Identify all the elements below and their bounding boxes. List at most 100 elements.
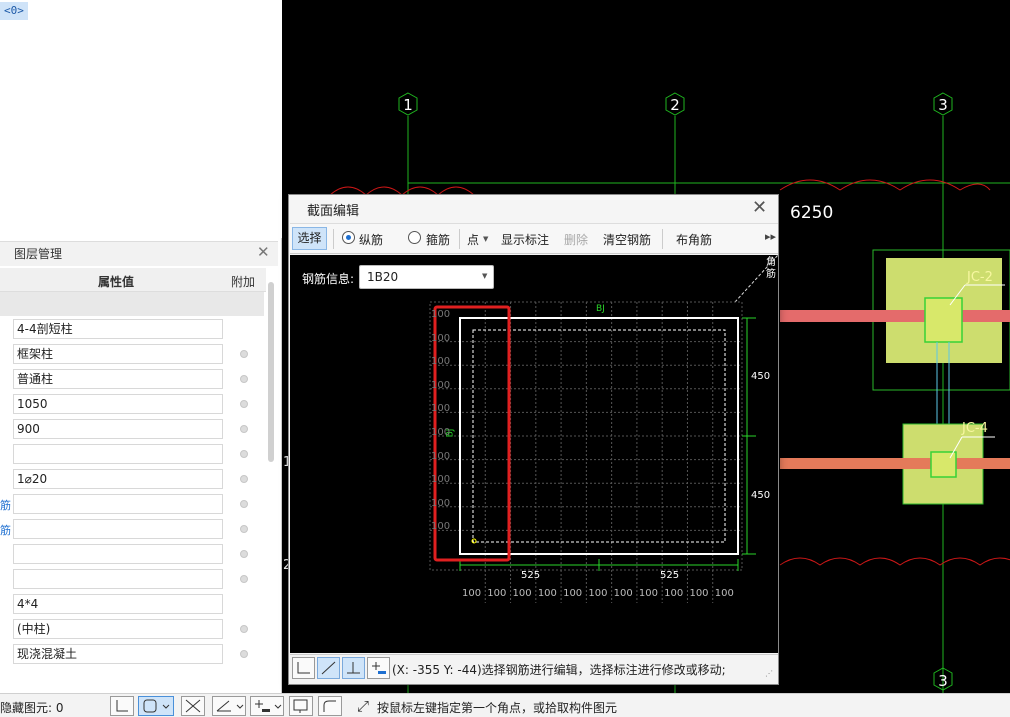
property-value-field[interactable]: 4*4 bbox=[13, 594, 223, 614]
property-row: 4*4 bbox=[0, 592, 266, 617]
angle-icon[interactable] bbox=[212, 696, 246, 716]
attach-checkbox[interactable] bbox=[240, 350, 248, 358]
toolbar-separator bbox=[662, 229, 663, 249]
column-header-value: 属性值 bbox=[98, 275, 135, 289]
layer-panel-title[interactable]: 图层管理 bbox=[14, 245, 62, 262]
stirrup-label[interactable]: 箍筋 bbox=[426, 231, 450, 248]
attach-checkbox[interactable] bbox=[240, 525, 248, 533]
expand-icon[interactable]: ⤢ bbox=[357, 697, 369, 715]
property-row: 1⌀20 bbox=[0, 467, 266, 492]
attach-checkbox[interactable] bbox=[240, 450, 248, 458]
longitudinal-radio[interactable] bbox=[342, 231, 355, 244]
property-value-field[interactable]: 现浇混凝土 bbox=[13, 644, 223, 664]
property-value-field[interactable] bbox=[13, 444, 223, 464]
point-dropdown[interactable]: 点 bbox=[467, 231, 479, 248]
attach-checkbox[interactable] bbox=[240, 625, 248, 633]
component-label-jc2[interactable]: JC-2 bbox=[967, 270, 993, 285]
grid-dim-label-vertical: 100 bbox=[431, 379, 451, 391]
screen-capture-icon[interactable] bbox=[289, 696, 313, 716]
grid-dim-label-horizontal: 100 bbox=[638, 588, 658, 599]
dimension-label: 6250 bbox=[790, 203, 834, 223]
cross-select-icon[interactable] bbox=[181, 696, 205, 716]
close-icon[interactable]: ✕ bbox=[257, 243, 270, 261]
width-dim-left[interactable]: 525 bbox=[521, 570, 540, 581]
chevron-down-icon[interactable]: ▼ bbox=[483, 235, 488, 243]
property-value-field[interactable]: 1⌀20 bbox=[13, 469, 223, 489]
property-row: 筋 bbox=[0, 517, 266, 542]
grid-dim-label-horizontal: 100 bbox=[563, 588, 583, 599]
grid-dim-label-horizontal: 100 bbox=[512, 588, 532, 599]
property-value-field[interactable]: 4-4剖短柱 bbox=[13, 319, 223, 339]
grid-dim-label-vertical: 100 bbox=[431, 427, 451, 438]
property-value-field[interactable]: 900 bbox=[13, 419, 223, 439]
property-value-field[interactable] bbox=[13, 494, 223, 514]
property-value-field[interactable] bbox=[13, 519, 223, 539]
corner-rebar-button[interactable]: 布角筋 bbox=[676, 231, 712, 248]
axis-bubble-3-bottom: 3 bbox=[938, 672, 948, 690]
property-value-field[interactable]: (中柱) bbox=[13, 619, 223, 639]
tree-item-badge[interactable]: <0> bbox=[0, 2, 28, 20]
selection-mode-icon[interactable] bbox=[138, 696, 174, 716]
property-value-field[interactable]: 1050 bbox=[13, 394, 223, 414]
height-dim-top[interactable]: 450 bbox=[751, 371, 770, 382]
stirrup-radio[interactable] bbox=[408, 231, 421, 244]
grid-dim-label-horizontal: 100 bbox=[537, 588, 557, 599]
dimension-tool-icon[interactable] bbox=[367, 657, 390, 679]
attach-checkbox[interactable] bbox=[240, 550, 248, 558]
attach-checkbox[interactable] bbox=[240, 400, 248, 408]
attach-checkbox[interactable] bbox=[240, 500, 248, 508]
width-dim-right[interactable]: 525 bbox=[660, 570, 679, 581]
section-top-tag: BJ bbox=[596, 304, 605, 314]
attach-checkbox[interactable] bbox=[240, 475, 248, 483]
grid-dim-label-vertical: 100 bbox=[431, 450, 451, 462]
close-icon[interactable]: ✕ bbox=[752, 197, 767, 218]
grid-dim-label-horizontal: 100 bbox=[487, 588, 507, 599]
delete-button[interactable]: 删除 bbox=[564, 231, 588, 248]
attach-checkbox[interactable] bbox=[240, 650, 248, 658]
property-value-field[interactable]: 普通柱 bbox=[13, 369, 223, 389]
longitudinal-label[interactable]: 纵筋 bbox=[359, 231, 383, 248]
attach-checkbox[interactable] bbox=[240, 575, 248, 583]
property-value-field[interactable] bbox=[13, 569, 223, 589]
height-dim-bottom[interactable]: 450 bbox=[751, 490, 770, 501]
grid-dim-label-horizontal: 100 bbox=[664, 588, 684, 599]
property-value-field[interactable]: 框架柱 bbox=[13, 344, 223, 364]
attach-checkbox[interactable] bbox=[240, 425, 248, 433]
curve-icon[interactable] bbox=[318, 696, 342, 716]
dialog-status-hint: (X: -355 Y: -44)选择钢筋进行编辑，选择标注进行修改或移动; bbox=[392, 663, 726, 677]
property-group-row bbox=[0, 292, 264, 316]
ortho-icon[interactable] bbox=[110, 696, 134, 716]
show-dims-button[interactable]: 显示标注 bbox=[501, 231, 549, 248]
property-row bbox=[0, 442, 266, 467]
grid-dim-label-horizontal: 100 bbox=[462, 588, 482, 599]
orthogonal-snap-icon[interactable] bbox=[292, 657, 315, 679]
grid-dim-label-horizontal: 100 bbox=[714, 588, 734, 599]
toolbar-separator bbox=[333, 229, 334, 249]
property-row: 4-4剖短柱 bbox=[0, 317, 266, 342]
grid-dim-label-vertical: 100 bbox=[431, 309, 451, 320]
property-value-field[interactable] bbox=[13, 544, 223, 564]
grid-dim-label-horizontal: 100 bbox=[588, 588, 608, 599]
panel-scrollbar[interactable] bbox=[268, 282, 274, 462]
clear-rebar-button[interactable]: 清空钢筋 bbox=[603, 231, 651, 248]
select-button[interactable]: 选择 bbox=[292, 227, 327, 250]
dialog-title: 截面编辑 bbox=[307, 204, 360, 219]
toolbar-separator bbox=[459, 229, 460, 249]
toolbar-overflow-icon[interactable]: ▸▸ bbox=[765, 230, 776, 243]
perpendicular-icon[interactable] bbox=[342, 657, 365, 679]
property-row: 900 bbox=[0, 417, 266, 442]
grid-dim-label-vertical: 100 bbox=[431, 403, 451, 415]
property-row bbox=[0, 567, 266, 592]
property-row: 筋 bbox=[0, 492, 266, 517]
grid-dim-label-vertical: 100 bbox=[431, 332, 451, 344]
line-draw-icon[interactable] bbox=[317, 657, 340, 679]
hidden-elements-count: 隐藏图元: 0 bbox=[0, 701, 64, 715]
property-side-label: 筋 bbox=[0, 499, 11, 512]
dimension-icon[interactable] bbox=[250, 696, 284, 716]
resize-grip-icon[interactable]: ⋰ bbox=[765, 669, 773, 678]
axis-bubble-2: 2 bbox=[670, 96, 680, 114]
component-label-jc4[interactable]: JC-4 bbox=[962, 421, 988, 436]
axis-bubble-3: 3 bbox=[938, 96, 948, 114]
property-side-label: 筋 bbox=[0, 524, 11, 537]
attach-checkbox[interactable] bbox=[240, 375, 248, 383]
